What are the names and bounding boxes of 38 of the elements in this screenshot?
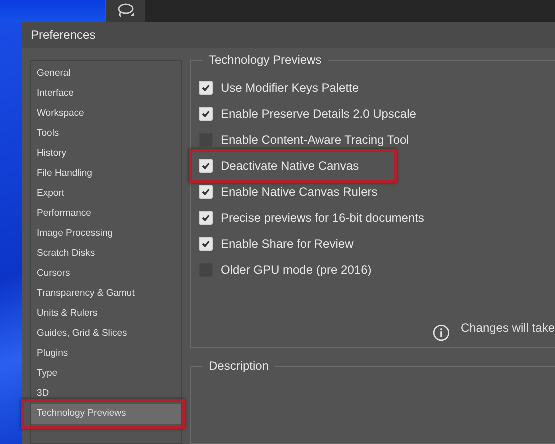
lasso-icon — [116, 3, 136, 19]
sidebar-item[interactable]: History — [31, 144, 181, 164]
sidebar-item[interactable]: Cursors — [31, 264, 181, 284]
sidebar-item[interactable]: 3D — [31, 384, 181, 404]
sidebar-item[interactable]: Interface — [31, 84, 181, 104]
sidebar-item[interactable]: Performance — [31, 204, 181, 224]
sidebar-item[interactable]: Workspace — [31, 104, 181, 124]
group-title: Technology Previews — [203, 53, 328, 67]
lasso-tool-button[interactable] — [105, 0, 145, 22]
option-label: Enable Share for Review — [221, 237, 354, 251]
sidebar-item[interactable]: Image Processing — [31, 224, 181, 244]
check-icon — [201, 187, 211, 197]
option-label: Enable Native Canvas Rulers — [221, 185, 378, 199]
option-label: Enable Preserve Details 2.0 Upscale — [221, 107, 416, 121]
sidebar-item[interactable]: Units & Rulers — [31, 304, 181, 324]
option-label: Deactivate Native Canvas — [221, 159, 360, 173]
sidebar-item[interactable]: Tools — [31, 124, 181, 144]
sidebar-item[interactable]: File Handling — [31, 164, 181, 184]
option-label: Use Modifier Keys Palette — [221, 81, 360, 95]
sidebar-item[interactable]: Scratch Disks — [31, 244, 181, 264]
option-label: Precise previews for 16-bit documents — [221, 211, 424, 225]
sidebar-item[interactable]: Type — [31, 364, 181, 384]
check-icon — [201, 161, 211, 171]
sidebar-item[interactable]: Transparency & Gamut — [31, 284, 181, 304]
sidebar-item[interactable]: General — [31, 64, 181, 84]
option-label: Older GPU mode (pre 2016) — [221, 263, 372, 277]
sidebar-item[interactable]: Export — [31, 184, 181, 204]
notice-text: Changes will take — [460, 321, 555, 335]
check-icon — [201, 239, 211, 249]
check-icon — [201, 83, 211, 93]
sidebar-item[interactable]: Guides, Grid & Slices — [31, 324, 181, 344]
check-icon — [201, 109, 211, 119]
sidebar-item[interactable]: Plugins — [31, 344, 181, 364]
check-icon — [201, 213, 211, 223]
option-label: Enable Content-Aware Tracing Tool — [221, 133, 410, 147]
group-title: Description — [203, 359, 276, 373]
window-title: Preferences — [31, 28, 96, 42]
sidebar-item[interactable]: Technology Previews — [31, 404, 181, 424]
